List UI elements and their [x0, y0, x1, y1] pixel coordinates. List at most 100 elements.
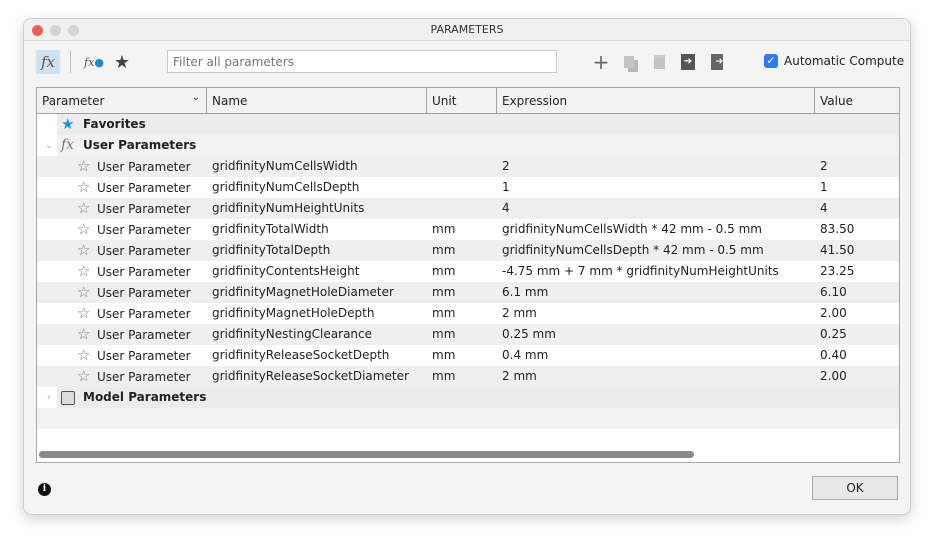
parameter-expression[interactable]: 6.1 mm	[497, 282, 815, 303]
user-parameter-filter-icon[interactable]: fx ●	[82, 50, 106, 74]
filter-input[interactable]	[167, 50, 557, 73]
column-header-expression[interactable]: Expression	[497, 88, 815, 113]
favorite-star-icon[interactable]: ☆	[77, 324, 97, 345]
favorites-star-icon[interactable]: ★	[110, 50, 134, 74]
parameter-expression[interactable]: 2 mm	[497, 303, 815, 324]
parameter-value: 2.00	[820, 306, 847, 320]
chevron-down-icon: ⌄	[191, 92, 200, 103]
table-row[interactable]: ☆ User Parameter gridfinityContentsHeight…	[37, 261, 899, 282]
parameter-value: 83.50	[820, 222, 855, 236]
chevron-right-icon[interactable]: ›	[37, 387, 61, 408]
automatic-compute-label: Automatic Compute	[784, 54, 905, 68]
column-header-name[interactable]: Name	[207, 88, 427, 113]
import-icon[interactable]: ➔	[677, 51, 699, 73]
table-row[interactable]: ☆ User Parameter gridfinityNestingClearan…	[37, 324, 899, 345]
table-header: Parameter ⌄ Name Unit Expression Value	[37, 88, 899, 114]
favorite-star-icon[interactable]: ☆	[77, 303, 97, 324]
info-icon[interactable]: i	[38, 483, 51, 496]
favorite-star-icon[interactable]: ☆	[77, 282, 97, 303]
parameter-unit[interactable]: mm	[427, 282, 497, 303]
table-row[interactable]: ☆ User Parameter gridfinityNumCellsDepth …	[37, 177, 899, 198]
group-label: User Parameters	[83, 138, 197, 152]
parameter-name[interactable]: gridfinityNestingClearance	[207, 324, 427, 345]
favorites-star-icon: ★	[61, 115, 75, 133]
delete-icon[interactable]	[648, 51, 670, 73]
column-header-parameter[interactable]: Parameter ⌄	[37, 88, 207, 113]
parameter-name[interactable]: gridfinityContentsHeight	[207, 261, 427, 282]
parameter-expression[interactable]: 2 mm	[497, 366, 815, 387]
parameter-name[interactable]: gridfinityReleaseSocketDepth	[207, 345, 427, 366]
parameter-unit[interactable]: mm	[427, 366, 497, 387]
favorite-star-icon[interactable]: ☆	[77, 261, 97, 282]
parameter-unit[interactable]	[427, 177, 497, 198]
add-icon[interactable]: +	[590, 50, 612, 74]
parameter-unit[interactable]: mm	[427, 240, 497, 261]
parameter-unit[interactable]	[427, 156, 497, 177]
parameter-type: User Parameter	[97, 160, 191, 174]
favorite-star-icon[interactable]: ☆	[77, 177, 97, 198]
table-row[interactable]: ☆ User Parameter gridfinityMagnetHoleDept…	[37, 303, 899, 324]
favorite-star-icon[interactable]: ☆	[77, 240, 97, 261]
parameter-unit[interactable]: mm	[427, 324, 497, 345]
parameter-type: User Parameter	[97, 349, 191, 363]
export-icon[interactable]: ➔	[706, 51, 728, 73]
parameter-name[interactable]: gridfinityMagnetHoleDiameter	[207, 282, 427, 303]
parameter-name[interactable]: gridfinityNumCellsDepth	[207, 177, 427, 198]
ok-button[interactable]: OK	[812, 476, 898, 500]
automatic-compute-checkbox[interactable]: ✓ Automatic Compute	[764, 54, 904, 68]
parameter-name[interactable]: gridfinityMagnetHoleDepth	[207, 303, 427, 324]
parameters-table: Parameter ⌄ Name Unit Expression Value ★ …	[36, 87, 900, 463]
parameter-type: User Parameter	[97, 244, 191, 258]
column-header-unit[interactable]: Unit	[427, 88, 497, 113]
parameter-expression[interactable]: -4.75 mm + 7 mm * gridfinityNumHeightUni…	[497, 261, 815, 282]
parameter-value: 4	[820, 201, 828, 215]
parameter-unit[interactable]: mm	[427, 345, 497, 366]
parameter-name[interactable]: gridfinityReleaseSocketDiameter	[207, 366, 427, 387]
favorite-star-icon[interactable]: ☆	[77, 156, 97, 177]
parameter-name[interactable]: gridfinityNumCellsWidth	[207, 156, 427, 177]
chevron-down-icon[interactable]: ⌄	[37, 135, 61, 156]
parameter-name[interactable]: gridfinityNumHeightUnits	[207, 198, 427, 219]
group-label: Model Parameters	[83, 390, 207, 404]
fx-parameters-icon[interactable]: fx	[36, 50, 60, 74]
table-row[interactable]: ☆ User Parameter gridfinityNumCellsWidth …	[37, 156, 899, 177]
parameter-expression[interactable]: 0.4 mm	[497, 345, 815, 366]
close-button[interactable]	[32, 25, 43, 36]
table-row[interactable]: ☆ User Parameter gridfinityNumHeightUnits…	[37, 198, 899, 219]
favorite-star-icon[interactable]: ☆	[77, 219, 97, 240]
zoom-button[interactable]	[68, 25, 79, 36]
parameter-unit[interactable]: mm	[427, 261, 497, 282]
parameter-name[interactable]: gridfinityTotalWidth	[207, 219, 427, 240]
parameter-expression[interactable]: 4	[497, 198, 815, 219]
parameter-expression[interactable]: 1	[497, 177, 815, 198]
fx-icon: fx	[61, 137, 75, 153]
parameter-unit[interactable]	[427, 198, 497, 219]
table-row[interactable]: ☆ User Parameter gridfinityTotalDepth mm …	[37, 240, 899, 261]
parameter-expression[interactable]: 0.25 mm	[497, 324, 815, 345]
table-row[interactable]: ☆ User Parameter gridfinityMagnetHoleDiam…	[37, 282, 899, 303]
parameter-unit[interactable]: mm	[427, 303, 497, 324]
parameter-unit[interactable]: mm	[427, 219, 497, 240]
checkbox-checked-icon[interactable]: ✓	[764, 54, 778, 68]
group-user-parameters[interactable]: ⌄ fx User Parameters	[37, 135, 899, 156]
favorite-star-icon[interactable]: ☆	[77, 366, 97, 387]
group-label: Favorites	[83, 117, 146, 131]
column-header-value[interactable]: Value	[815, 88, 899, 113]
horizontal-scrollbar[interactable]	[39, 451, 694, 458]
parameter-expression[interactable]: gridfinityNumCellsDepth * 42 mm - 0.5 mm	[497, 240, 815, 261]
copy-icon[interactable]	[618, 51, 640, 73]
parameter-name[interactable]: gridfinityTotalDepth	[207, 240, 427, 261]
parameter-expression[interactable]: 2	[497, 156, 815, 177]
favorite-star-icon[interactable]: ☆	[77, 345, 97, 366]
parameter-expression[interactable]: gridfinityNumCellsWidth * 42 mm - 0.5 mm	[497, 219, 815, 240]
minimize-button[interactable]	[50, 25, 61, 36]
table-row[interactable]: ☆ User Parameter gridfinityReleaseSocketD…	[37, 345, 899, 366]
group-model-parameters[interactable]: › Model Parameters	[37, 387, 899, 408]
body-cube-icon	[61, 387, 83, 408]
favorite-star-icon[interactable]: ☆	[77, 198, 97, 219]
window-title: PARAMETERS	[430, 23, 504, 36]
group-favorites[interactable]: ★ Favorites	[37, 114, 899, 135]
parameter-value: 0.40	[820, 348, 847, 362]
table-row[interactable]: ☆ User Parameter gridfinityReleaseSocketD…	[37, 366, 899, 387]
table-row[interactable]: ☆ User Parameter gridfinityTotalWidth mm …	[37, 219, 899, 240]
